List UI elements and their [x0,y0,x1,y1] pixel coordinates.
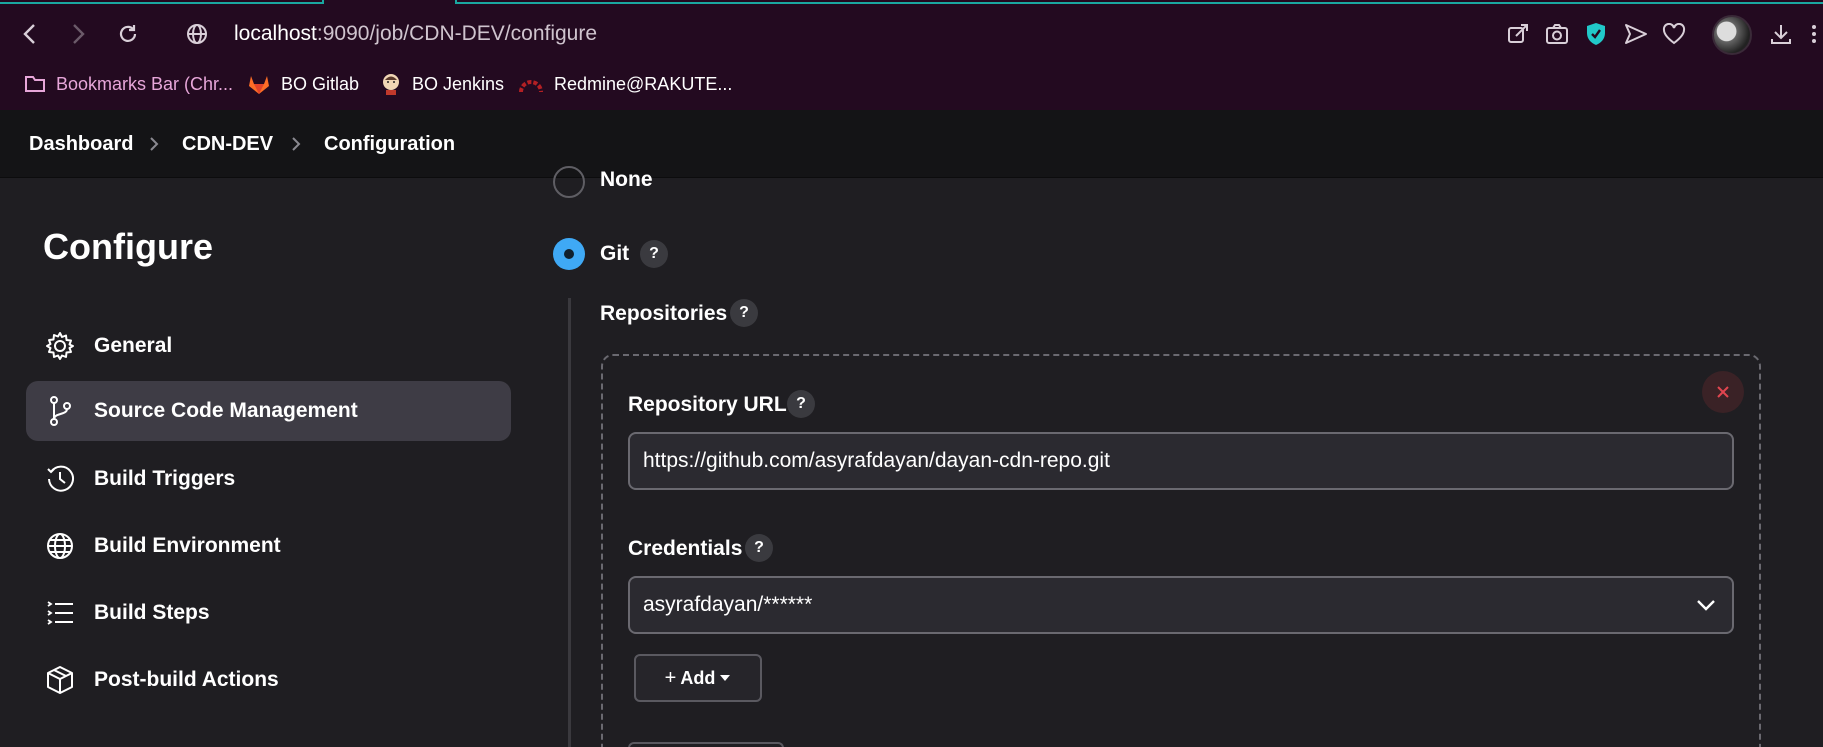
browser-chrome: localhost:9090/job/CDN-DEV/configure Boo… [0,0,1823,110]
browser-toolbar: localhost:9090/job/CDN-DEV/configure [0,12,1823,56]
scm-git-radio[interactable] [553,238,585,270]
repository-url-value: https://github.com/asyrafdayan/dayan-cdn… [643,449,1110,472]
clock-icon [44,463,76,495]
sidebar-item-label: Build Steps [94,601,210,624]
site-info-button[interactable] [177,12,217,56]
breadcrumb-configuration[interactable]: Configuration [324,110,455,178]
heart-icon [1662,23,1686,45]
globe-icon [187,24,207,44]
repository-url-label: Repository URL [628,393,787,416]
jenkins-icon [383,74,399,95]
sidebar-item-post-build-actions[interactable]: Post-build Actions [26,650,511,710]
package-icon [44,664,76,696]
screenshot-button[interactable] [1539,12,1575,56]
git-help-button[interactable]: ? [640,240,668,268]
breadcrumb: Dashboard CDN-DEV Configuration [0,110,1823,178]
folder-icon [25,76,45,92]
chevron-right-icon [290,110,302,178]
tab-strip-right [455,0,1823,4]
caret-down-icon [720,675,731,681]
sidebar-item-label: Post-build Actions [94,668,279,691]
chevron-left-icon [23,24,35,44]
scm-none-label: None [600,168,653,191]
credentials-select[interactable]: asyrafdayan/****** [628,576,1734,634]
bookmark-label: BO Gitlab [281,73,360,94]
breadcrumb-dashboard[interactable]: Dashboard [29,110,133,178]
menu-button[interactable] [1805,12,1823,56]
chevron-right-icon [73,24,85,44]
address-bar[interactable]: localhost:9090/job/CDN-DEV/configure [234,22,597,46]
bookmark-label: BO Jenkins [412,73,505,94]
reload-icon [119,25,137,42]
chevron-right-icon [148,110,160,178]
repositories-help-button[interactable]: ? [730,299,758,327]
sidebar-item-label: Source Code Management [94,399,358,422]
url-path: :9090/job/CDN-DEV/configure [316,22,598,45]
url-host: localhost [234,22,317,45]
page-title: Configure [43,226,213,267]
bookmark-folder[interactable]: Bookmarks Bar (Chr... [24,68,233,100]
credentials-label: Credentials [628,537,743,560]
gear-icon [44,330,76,362]
credentials-value: asyrafdayan/****** [643,593,813,616]
remove-repository-button[interactable] [1702,371,1744,413]
globe-icon [44,530,76,562]
shield-icon [1587,23,1605,45]
section-divider [568,298,571,747]
share-icon [1508,24,1528,43]
sidebar-item-source-code-management[interactable]: Source Code Management [26,381,511,441]
plus-icon: + [664,666,677,689]
add-credentials-button[interactable]: + Add [634,654,762,702]
advanced-button[interactable] [628,742,784,747]
breadcrumb-job[interactable]: CDN-DEV [182,110,273,178]
repository-url-input[interactable]: https://github.com/asyrafdayan/dayan-cdn… [628,432,1734,490]
send-icon [1625,24,1647,44]
repository-url-help-button[interactable]: ? [787,390,815,418]
bookmark-label: Redmine@RAKUTE... [554,73,733,94]
downloads-button[interactable] [1763,12,1799,56]
bookmark-redmine[interactable]: Redmine@RAKUTE... [518,68,732,100]
bookmarks-bar: Bookmarks Bar (Chr... BO Gitlab BO Jenki… [0,68,1823,100]
scm-none-radio[interactable] [553,166,585,198]
forward-button[interactable] [58,12,98,56]
redmine-icon [519,80,543,93]
camera-icon [1546,24,1568,44]
branch-icon [44,395,76,427]
more-vertical-icon [1812,25,1816,43]
chevron-down-icon [1697,600,1715,611]
scm-git-label: Git [600,242,630,265]
favorites-button[interactable] [1656,12,1692,56]
sidebar-item-label: General [94,334,173,357]
sidebar-item-build-triggers[interactable]: Build Triggers [26,449,511,509]
profile-avatar[interactable] [1712,15,1752,55]
send-button[interactable] [1618,12,1654,56]
list-icon [44,597,76,629]
add-button-label: Add [680,667,716,688]
reload-button[interactable] [108,12,148,56]
bookmark-jenkins[interactable]: BO Jenkins [380,68,504,100]
sidebar-item-general[interactable]: General [26,316,511,376]
shield-extension-button[interactable] [1578,12,1614,56]
sidebar-item-label: Build Triggers [94,467,236,490]
sidebar-item-label: Build Environment [94,534,281,557]
sidebar-item-build-steps[interactable]: Build Steps [26,583,511,643]
credentials-help-button[interactable]: ? [745,534,773,562]
sidebar-item-build-environment[interactable]: Build Environment [26,516,511,576]
tab-strip-left [0,0,324,4]
download-icon [1771,25,1791,44]
back-button[interactable] [10,12,50,56]
gitlab-icon [249,76,269,94]
share-button[interactable] [1500,12,1536,56]
bookmark-label: Bookmarks Bar (Chr... [56,73,234,94]
bookmark-gitlab[interactable]: BO Gitlab [247,68,359,100]
repositories-label: Repositories [600,302,728,325]
close-icon [1717,386,1729,398]
